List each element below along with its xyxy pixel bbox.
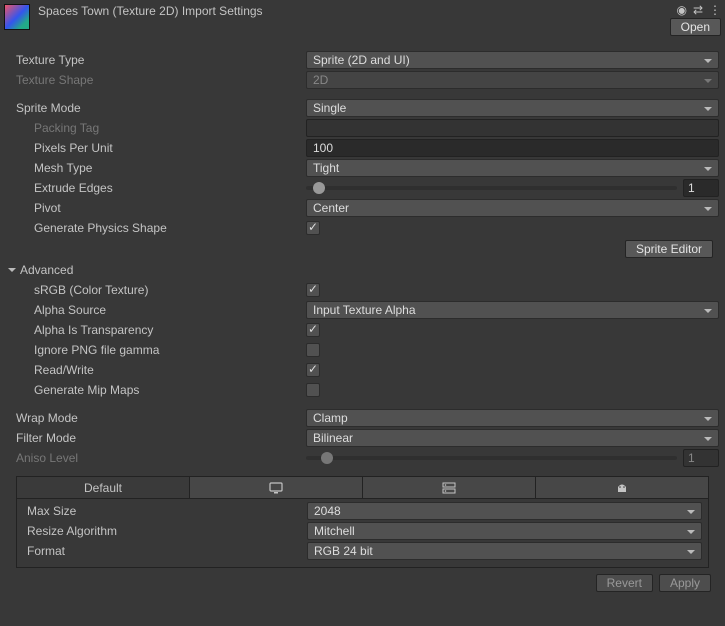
texture-shape-label: Texture Shape <box>6 73 306 87</box>
mesh-type-label: Mesh Type <box>6 161 306 175</box>
tab-standalone[interactable] <box>190 477 363 498</box>
generate-physics-shape-checkbox[interactable] <box>306 221 320 235</box>
alpha-is-transparency-label: Alpha Is Transparency <box>6 323 306 337</box>
ignore-png-gamma-label: Ignore PNG file gamma <box>6 343 306 357</box>
generate-mip-maps-checkbox[interactable] <box>306 383 320 397</box>
server-icon <box>442 482 456 494</box>
pivot-dropdown[interactable]: Center <box>306 199 719 217</box>
preset-icon[interactable]: ⇄ <box>693 3 703 17</box>
menu-icon[interactable]: ⋮ <box>709 3 721 17</box>
chevron-down-icon <box>8 268 16 276</box>
srgb-checkbox[interactable] <box>306 283 320 297</box>
asset-thumbnail <box>4 4 30 30</box>
texture-shape-dropdown: 2D <box>306 71 719 89</box>
wrap-mode-dropdown[interactable]: Clamp <box>306 409 719 427</box>
page-title: Spaces Town (Texture 2D) Import Settings <box>38 0 676 18</box>
help-icon[interactable]: ◉ <box>676 3 686 17</box>
format-label: Format <box>17 544 307 558</box>
generate-physics-shape-label: Generate Physics Shape <box>6 221 306 235</box>
aniso-level-slider <box>306 456 677 460</box>
tab-android[interactable] <box>536 477 708 498</box>
extrude-edges-label: Extrude Edges <box>6 181 306 195</box>
extrude-edges-slider[interactable] <box>306 186 677 190</box>
filter-mode-dropdown[interactable]: Bilinear <box>306 429 719 447</box>
advanced-foldout[interactable]: Advanced <box>6 260 719 280</box>
advanced-label: Advanced <box>20 263 73 277</box>
max-size-dropdown[interactable]: 2048 <box>307 502 702 520</box>
srgb-label: sRGB (Color Texture) <box>6 283 306 297</box>
tab-default[interactable]: Default <box>17 477 190 498</box>
aniso-level-value: 1 <box>683 449 719 467</box>
open-button[interactable]: Open <box>670 18 721 36</box>
alpha-is-transparency-checkbox[interactable] <box>306 323 320 337</box>
read-write-label: Read/Write <box>6 363 306 377</box>
tab-server[interactable] <box>363 477 536 498</box>
sprite-editor-button[interactable]: Sprite Editor <box>625 240 713 258</box>
read-write-checkbox[interactable] <box>306 363 320 377</box>
alpha-source-dropdown[interactable]: Input Texture Alpha <box>306 301 719 319</box>
extrude-edges-value[interactable]: 1 <box>683 179 719 197</box>
mesh-type-dropdown[interactable]: Tight <box>306 159 719 177</box>
monitor-icon <box>269 482 283 494</box>
aniso-level-label: Aniso Level <box>6 451 306 465</box>
platform-tabs: Default <box>16 476 709 498</box>
revert-button[interactable]: Revert <box>596 574 653 592</box>
packing-tag-input <box>306 119 719 137</box>
filter-mode-label: Filter Mode <box>6 431 306 445</box>
sprite-mode-label: Sprite Mode <box>6 101 306 115</box>
pivot-label: Pivot <box>6 201 306 215</box>
android-icon <box>615 482 629 494</box>
generate-mip-maps-label: Generate Mip Maps <box>6 383 306 397</box>
sprite-mode-dropdown[interactable]: Single <box>306 99 719 117</box>
apply-button[interactable]: Apply <box>659 574 711 592</box>
wrap-mode-label: Wrap Mode <box>6 411 306 425</box>
format-dropdown[interactable]: RGB 24 bit <box>307 542 702 560</box>
packing-tag-label: Packing Tag <box>6 121 306 135</box>
texture-type-dropdown[interactable]: Sprite (2D and UI) <box>306 51 719 69</box>
resize-algorithm-dropdown[interactable]: Mitchell <box>307 522 702 540</box>
resize-algorithm-label: Resize Algorithm <box>17 524 307 538</box>
max-size-label: Max Size <box>17 504 307 518</box>
ignore-png-gamma-checkbox[interactable] <box>306 343 320 357</box>
pixels-per-unit-label: Pixels Per Unit <box>6 141 306 155</box>
pixels-per-unit-input[interactable]: 100 <box>306 139 719 157</box>
texture-type-label: Texture Type <box>6 53 306 67</box>
alpha-source-label: Alpha Source <box>6 303 306 317</box>
